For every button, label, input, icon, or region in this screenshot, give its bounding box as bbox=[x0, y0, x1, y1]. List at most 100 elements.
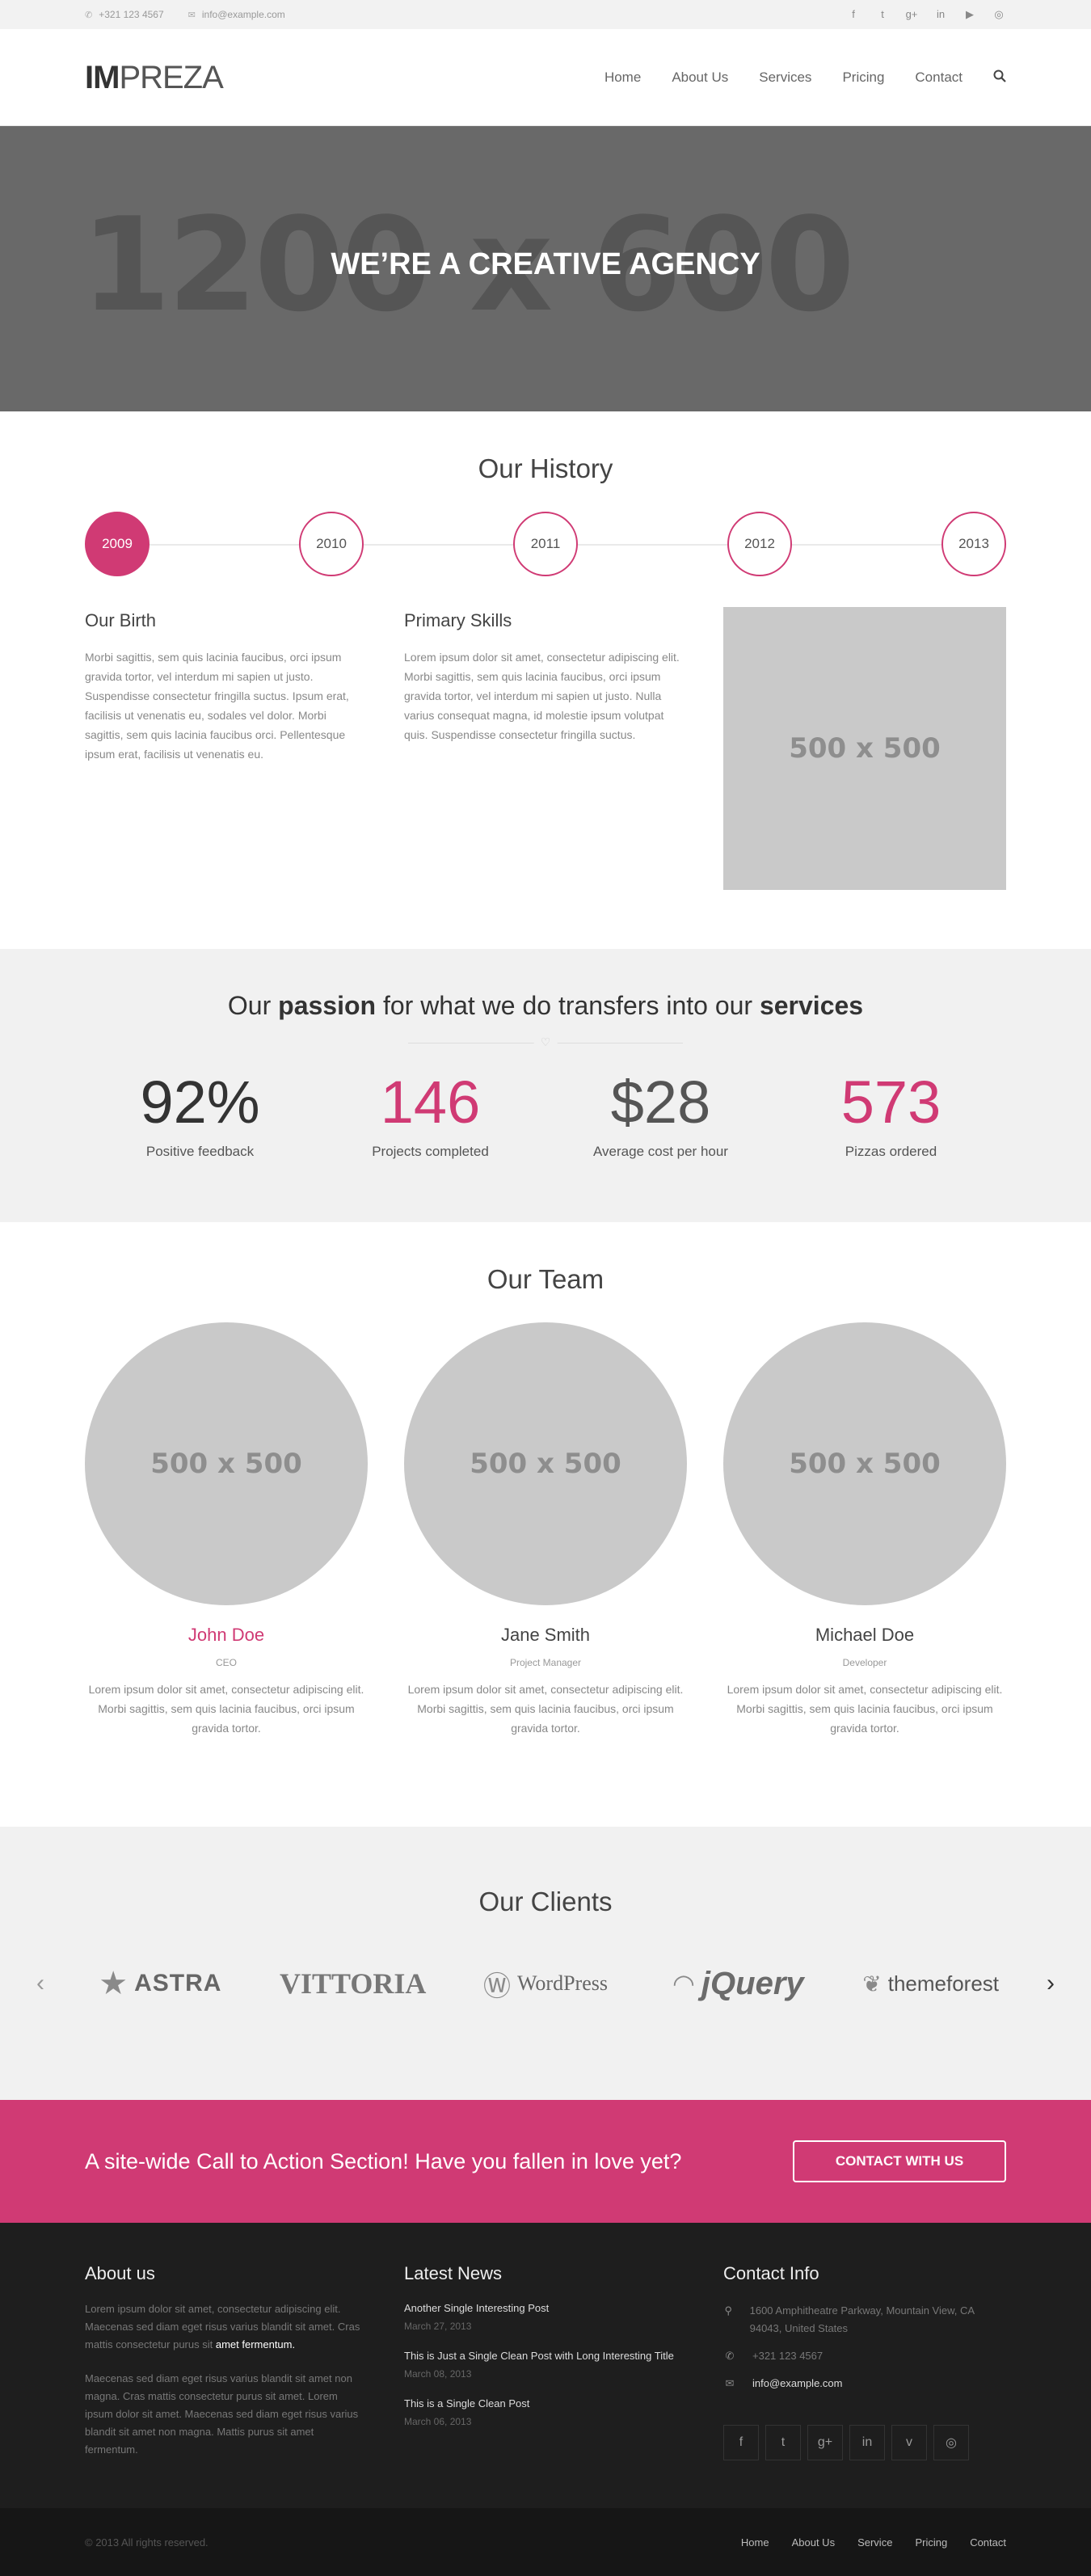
counter-value: $28 bbox=[610, 1069, 711, 1136]
footer-about: About us Lorem ipsum dolor sit amet, con… bbox=[85, 2263, 368, 2460]
nav-contact[interactable]: Contact bbox=[915, 70, 963, 86]
news-date: March 27, 2013 bbox=[404, 2321, 472, 2332]
dribbble-icon[interactable]: ◎ bbox=[992, 8, 1006, 21]
carousel-next-arrow-icon[interactable]: › bbox=[1038, 1970, 1063, 1997]
envelope-icon: ✉ bbox=[187, 11, 196, 20]
team-member: 500 x 500 Michael Doe Developer Lorem ip… bbox=[723, 1322, 1006, 1738]
member-role: Developer bbox=[842, 1657, 887, 1668]
team-title: Our Team bbox=[487, 1264, 604, 1294]
timeline-year-2013[interactable]: 2013 bbox=[941, 512, 1006, 576]
contact-with-us-button[interactable]: CONTACT WITH US bbox=[793, 2140, 1006, 2182]
linkedin-icon[interactable]: in bbox=[933, 8, 948, 21]
member-bio: Lorem ipsum dolor sit amet, consectetur … bbox=[727, 1683, 1003, 1735]
carousel-prev-arrow-icon[interactable]: ‹ bbox=[28, 1970, 53, 1997]
counter-label: Pizzas ordered bbox=[845, 1144, 937, 1159]
stats-section: Our passion for what we do transfers int… bbox=[0, 949, 1091, 1222]
client-logo-jquery[interactable]: ◠ jQuery bbox=[653, 1966, 823, 2002]
client-logo-wordpress[interactable]: Ⓦ WordPress bbox=[461, 1964, 630, 2004]
top-social: f t g+ in ▶ ◎ bbox=[846, 8, 1006, 21]
footer-nav-about-us[interactable]: About Us bbox=[792, 2536, 835, 2549]
facebook-icon[interactable]: f bbox=[846, 8, 861, 21]
nav-pricing[interactable]: Pricing bbox=[842, 70, 884, 86]
member-photo[interactable]: 500 x 500 bbox=[85, 1322, 368, 1605]
leaf-icon: ❦ bbox=[862, 1971, 882, 1996]
nav-home[interactable]: Home bbox=[604, 70, 641, 86]
news-item: Another Single Interesting Post March 27… bbox=[404, 2302, 687, 2332]
dribbble-icon[interactable]: ◎ bbox=[933, 2425, 969, 2460]
team-member: 500 x 500 John Doe CEO Lorem ipsum dolor… bbox=[85, 1322, 368, 1738]
news-title-link[interactable]: This is Just a Single Clean Post with Lo… bbox=[404, 2350, 687, 2362]
news-item: This is Just a Single Clean Post with Lo… bbox=[404, 2350, 687, 2380]
counter-value: 146 bbox=[380, 1069, 481, 1136]
footer-about-p2: Maecenas sed diam eget risus varius blan… bbox=[85, 2372, 359, 2456]
twitter-icon[interactable]: t bbox=[875, 8, 890, 21]
footer-contact-title: Contact Info bbox=[723, 2263, 819, 2283]
map-marker-icon: ⚲ bbox=[724, 2304, 733, 2317]
cta-section: A site-wide Call to Action Section! Have… bbox=[0, 2100, 1091, 2223]
member-bio: Lorem ipsum dolor sit amet, consectetur … bbox=[88, 1683, 364, 1735]
member-photo[interactable]: 500 x 500 bbox=[723, 1322, 1006, 1605]
nav-about-us[interactable]: About Us bbox=[672, 70, 728, 86]
bottom-bar: © 2013 All rights reserved. Home About U… bbox=[0, 2508, 1091, 2576]
timeline-year-2009[interactable]: 2009 bbox=[85, 512, 150, 576]
youtube-icon[interactable]: ▶ bbox=[963, 8, 977, 21]
history-image-placeholder: 500 x 500 bbox=[723, 607, 1006, 890]
timeline-year-2012[interactable]: 2012 bbox=[727, 512, 792, 576]
copyright: © 2013 All rights reserved. bbox=[85, 2536, 209, 2549]
timeline-year-2010[interactable]: 2010 bbox=[299, 512, 364, 576]
member-photo[interactable]: 500 x 500 bbox=[404, 1322, 687, 1605]
google-plus-icon[interactable]: g+ bbox=[904, 8, 919, 21]
nav-services[interactable]: Services bbox=[759, 70, 811, 86]
counter-label: Projects completed bbox=[372, 1144, 489, 1159]
history-section: Our History 2009 2010 2011 2012 2013 Our… bbox=[0, 411, 1091, 949]
site-footer: About us Lorem ipsum dolor sit amet, con… bbox=[0, 2223, 1091, 2508]
client-logo-themeforest[interactable]: ❦ themeforest bbox=[846, 1971, 1016, 1997]
stats-heading: Our passion for what we do transfers int… bbox=[227, 991, 864, 1020]
footer-news: Latest News Another Single Interesting P… bbox=[404, 2263, 687, 2460]
vimeo-icon[interactable]: v bbox=[891, 2425, 927, 2460]
client-logo-vittoria[interactable]: VITTORIA bbox=[268, 1967, 438, 2001]
google-plus-icon[interactable]: g+ bbox=[807, 2425, 843, 2460]
history-column-birth: Our Birth Morbi sagittis, sem quis lacin… bbox=[85, 607, 368, 890]
footer-social: f t g+ in v ◎ bbox=[723, 2425, 1006, 2460]
linkedin-icon[interactable]: in bbox=[849, 2425, 885, 2460]
counter-projects: 146 Projects completed bbox=[315, 1073, 546, 1160]
hero-title: WE’RE A CREATIVE AGENCY bbox=[331, 247, 760, 281]
counter-pizzas: 573 Pizzas ordered bbox=[776, 1073, 1006, 1160]
envelope-icon: ✉ bbox=[725, 2377, 735, 2389]
member-name[interactable]: Jane Smith bbox=[404, 1625, 687, 1646]
top-bar: ✆ +321 123 4567 ✉ info@example.com f t g+ … bbox=[0, 0, 1091, 29]
news-date: March 08, 2013 bbox=[404, 2368, 472, 2380]
heart-icon: ♡ bbox=[533, 1035, 558, 1049]
member-role: Project Manager bbox=[509, 1657, 582, 1668]
top-email[interactable]: ✉ info@example.com bbox=[188, 9, 285, 20]
search-icon[interactable] bbox=[993, 70, 1006, 86]
footer-nav-contact[interactable]: Contact bbox=[970, 2536, 1006, 2549]
news-title-link[interactable]: Another Single Interesting Post bbox=[404, 2302, 687, 2314]
site-header: IMPREZA Home About Us Services Pricing C… bbox=[0, 29, 1091, 126]
counter-cost: $28 Average cost per hour bbox=[546, 1073, 776, 1160]
news-title-link[interactable]: This is a Single Clean Post bbox=[404, 2397, 687, 2409]
team-section: Our Team 500 x 500 John Doe CEO Lorem ip… bbox=[0, 1222, 1091, 1827]
phone-icon: ✆ bbox=[85, 11, 93, 20]
section-divider: ♡ bbox=[408, 1035, 683, 1049]
news-item: This is a Single Clean Post March 06, 20… bbox=[404, 2397, 687, 2427]
top-phone: ✆ +321 123 4567 bbox=[85, 9, 164, 20]
cta-text: A site-wide Call to Action Section! Have… bbox=[85, 2148, 682, 2173]
facebook-icon[interactable]: f bbox=[723, 2425, 759, 2460]
member-name[interactable]: John Doe bbox=[85, 1625, 368, 1646]
history-col1-text: Morbi sagittis, sem quis lacinia faucibu… bbox=[85, 651, 349, 761]
counter-value: 573 bbox=[840, 1069, 941, 1136]
counter-label: Average cost per hour bbox=[593, 1144, 728, 1159]
footer-nav-service[interactable]: Service bbox=[857, 2536, 892, 2549]
main-nav: Home About Us Services Pricing Contact bbox=[604, 70, 1006, 86]
logo[interactable]: IMPREZA bbox=[85, 60, 224, 96]
footer-nav-home[interactable]: Home bbox=[741, 2536, 769, 2549]
phone-icon: ✆ bbox=[725, 2350, 735, 2362]
twitter-icon[interactable]: t bbox=[765, 2425, 801, 2460]
timeline-year-2011[interactable]: 2011 bbox=[513, 512, 578, 576]
footer-nav-pricing[interactable]: Pricing bbox=[915, 2536, 947, 2549]
client-logo-astra[interactable]: ★ ASTRA bbox=[75, 1965, 245, 2002]
member-name[interactable]: Michael Doe bbox=[723, 1625, 1006, 1646]
counter-feedback: 92% Positive feedback bbox=[85, 1073, 315, 1160]
